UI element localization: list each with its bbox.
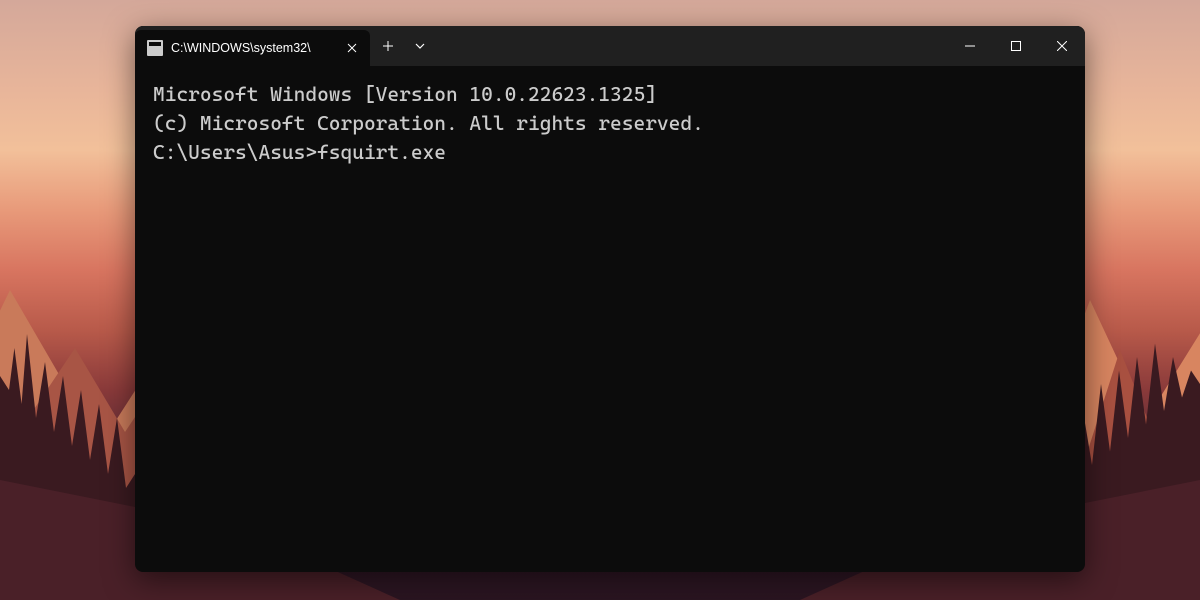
terminal-prompt: C:\Users\Asus> [153, 140, 317, 164]
maximize-icon [1011, 41, 1021, 51]
plus-icon [382, 40, 394, 52]
terminal-prompt-line: C:\Users\Asus>fsquirt.exe [153, 138, 1067, 167]
tab-close-button[interactable] [344, 40, 360, 56]
terminal-command: fsquirt.exe [317, 140, 446, 164]
window-controls [947, 26, 1085, 66]
close-icon [347, 43, 357, 53]
close-icon [1057, 41, 1067, 51]
maximize-button[interactable] [993, 26, 1039, 66]
terminal-output-line: (c) Microsoft Corporation. All rights re… [153, 109, 1067, 138]
minimize-button[interactable] [947, 26, 993, 66]
terminal-tab[interactable]: C:\WINDOWS\system32\ [135, 30, 370, 66]
terminal-icon [147, 40, 163, 56]
terminal-body[interactable]: Microsoft Windows [Version 10.0.22623.13… [135, 66, 1085, 572]
chevron-down-icon [415, 43, 425, 49]
terminal-output-line: Microsoft Windows [Version 10.0.22623.13… [153, 80, 1067, 109]
terminal-window: C:\WINDOWS\system32\ Microsoft Windows [… [135, 26, 1085, 572]
tab-dropdown-button[interactable] [406, 26, 434, 66]
titlebar-drag-region[interactable] [434, 26, 947, 66]
titlebar[interactable]: C:\WINDOWS\system32\ [135, 26, 1085, 66]
minimize-icon [965, 41, 975, 51]
tab-title: C:\WINDOWS\system32\ [171, 41, 336, 55]
new-tab-button[interactable] [370, 26, 406, 66]
close-button[interactable] [1039, 26, 1085, 66]
